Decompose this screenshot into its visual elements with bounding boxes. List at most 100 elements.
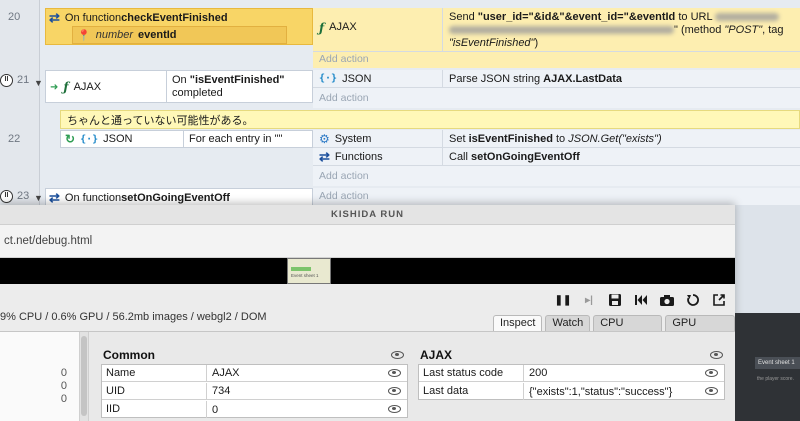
condition-object-name: AJAX [73,81,102,93]
add-action-23[interactable]: Add action [319,190,369,202]
debugger-toolbar: ❚❚ ▸| [555,292,727,308]
reload-icon[interactable] [685,292,701,308]
thumbnail-bar [291,267,311,271]
action-text[interactable]: Call setOnGoingEventOff [443,151,580,163]
step-icon[interactable]: ▸| [581,292,597,308]
tag-value: "isEventFinished" [449,37,535,49]
function-declaration[interactable]: ⇄ On function checkEventFinished [49,10,228,26]
condition-text[interactable]: On "isEventFinished" completed [172,74,285,100]
method-label: " (method [674,24,725,36]
event-23-condition-block[interactable]: ⇄ On function setOnGoingEventOff [45,188,313,205]
action-object-name: System [334,132,372,145]
property-value[interactable]: AJAX [207,365,240,381]
action-variable: isEventFinished [468,132,553,145]
property-value[interactable]: 0 [207,402,218,418]
property-value[interactable]: 200 [524,365,547,381]
camera-icon[interactable] [659,292,675,308]
event-sheet-tab[interactable]: Event sheet 1 [755,357,800,369]
action-prefix: Call [449,150,472,163]
event-22-condition-block[interactable]: ↻ {·} JSON For each entry in "" [60,130,313,148]
breakpoint-23-icon[interactable]: II [0,190,13,203]
action-object[interactable]: ƒ AJAX [313,8,443,52]
condition-text[interactable]: For each entry in "" [189,133,282,145]
action-text[interactable]: Set isEventFinished to JSON.Get("exists"… [443,133,662,145]
action-row-call-function[interactable]: ⇄ Functions Call setOnGoingEventOff [313,148,800,166]
action-object[interactable]: ⚙ System [313,130,443,147]
popout-icon[interactable] [711,292,727,308]
condition-object-name: JSON [103,133,133,145]
scrollbar-thumb[interactable] [81,336,87,416]
window-title[interactable]: KISHIDA RUN [0,205,735,225]
condition-tag: "isEventFinished" [189,74,285,86]
event-20-condition-block[interactable]: ⇄ On function checkEventFinished 📍 numbe… [45,8,313,45]
collapse-21-icon[interactable]: ▼ [34,78,43,88]
action-text[interactable]: Send "user_id="&id&"&event_id="&eventId … [443,8,793,50]
eye-icon[interactable] [705,387,718,395]
condition-prefix: On [172,74,190,86]
debugger-window: KISHIDA RUN ct.net/debug.html Event shee… [0,205,735,421]
action-row-ajax-send[interactable]: ƒ AJAX Send "user_id="&id&"&event_id="&e… [313,8,800,52]
action-object[interactable]: ⇄ Functions [313,148,443,165]
property-row-uid[interactable]: UID 734 [102,383,407,400]
thumbnail-text: Event sheet 1 [291,273,319,278]
restart-icon[interactable] [633,292,649,308]
property-row-iid[interactable]: IID 0 [102,401,407,418]
action-prefix: Set [449,132,469,145]
tab-inspect[interactable]: Inspect [493,315,543,331]
tab-gpu-profiler[interactable]: GPU profiler [665,315,735,344]
event-21-condition-block[interactable]: ➜ ƒ AJAX On "isEventFinished" completed [45,70,313,103]
tab-cpu-profiler[interactable]: CPU profiler [593,315,663,344]
performance-stats: 9% CPU / 0.6% GPU / 56.2mb images / webg… [0,311,267,323]
pause-icon[interactable]: ❚❚ [555,292,572,308]
property-row-last-status-code[interactable]: Last status code 200 [419,365,724,382]
inspect-panel: 0 0 0 Common Name AJAX UID 734 IID 0 AJA… [0,331,735,421]
row-number-20: 20 [8,11,21,23]
condition-suffix: completed [172,87,223,99]
game-canvas-preview: Event sheet 1 [0,258,735,284]
action-expression: AJAX.LastData [543,72,622,85]
action-row-parse-json[interactable]: {·} JSON Parse JSON string AJAX.LastData [313,70,800,88]
ajax-section-title: AJAX [420,348,453,362]
eye-icon[interactable] [388,369,401,377]
eye-icon[interactable] [710,351,723,359]
parameter-pin-icon: 📍 [77,29,91,42]
condition-object[interactable]: ↻ {·} JSON [65,132,132,146]
property-row-name[interactable]: Name AJAX [102,365,407,382]
action-object[interactable]: {·} JSON [313,70,443,87]
add-action-22[interactable]: Add action [319,170,369,182]
eye-icon[interactable] [388,405,401,413]
eye-icon[interactable] [705,369,718,377]
function-icon: ⇄ [49,190,60,205]
save-icon[interactable] [607,292,623,308]
background-editor-window: Event sheet 1 the player score. [735,313,800,421]
redacted-url-continued [449,26,674,35]
scrollbar[interactable] [80,332,89,421]
function-parameter[interactable]: 📍 number eventId [72,26,287,44]
redacted-url [715,13,780,22]
property-value[interactable]: {"exists":1,"status":"success"} [524,384,672,400]
object-list-column: 0 0 0 [0,332,80,421]
tab-watch[interactable]: Watch [545,315,591,331]
url-bar[interactable]: ct.net/debug.html [0,225,735,258]
breakpoint-21-icon[interactable]: II [0,74,13,87]
event-comment[interactable]: ちゃんと通っていない可能性がある。 [60,110,800,129]
add-action-21[interactable]: Add action [319,92,369,104]
function-prefix: On function [64,192,122,204]
function-name: setOnGoingEventOff [121,192,230,204]
function-declaration[interactable]: ⇄ On function setOnGoingEventOff [49,190,230,206]
action-text[interactable]: Parse JSON string AJAX.LastData [443,73,622,85]
row-number-23: 23 [17,190,30,202]
condition-object[interactable]: ➜ ƒ AJAX [50,80,101,94]
list-value: 0 [60,367,67,379]
collapse-23-icon[interactable]: ▼ [34,193,43,203]
eye-icon[interactable] [388,387,401,395]
action-expression: JSON.Get("exists") [568,132,662,145]
canvas-thumbnail: Event sheet 1 [287,258,331,284]
add-action-20[interactable]: Add action [319,53,369,65]
action-row-set-variable[interactable]: ⚙ System Set isEventFinished to JSON.Get… [313,130,800,148]
column-divider [166,71,167,102]
property-row-last-data[interactable]: Last data {"exists":1,"status":"success"… [419,383,724,400]
eye-icon[interactable] [391,351,404,359]
row-number-21: 21 [17,74,30,86]
property-value[interactable]: 734 [207,383,230,399]
